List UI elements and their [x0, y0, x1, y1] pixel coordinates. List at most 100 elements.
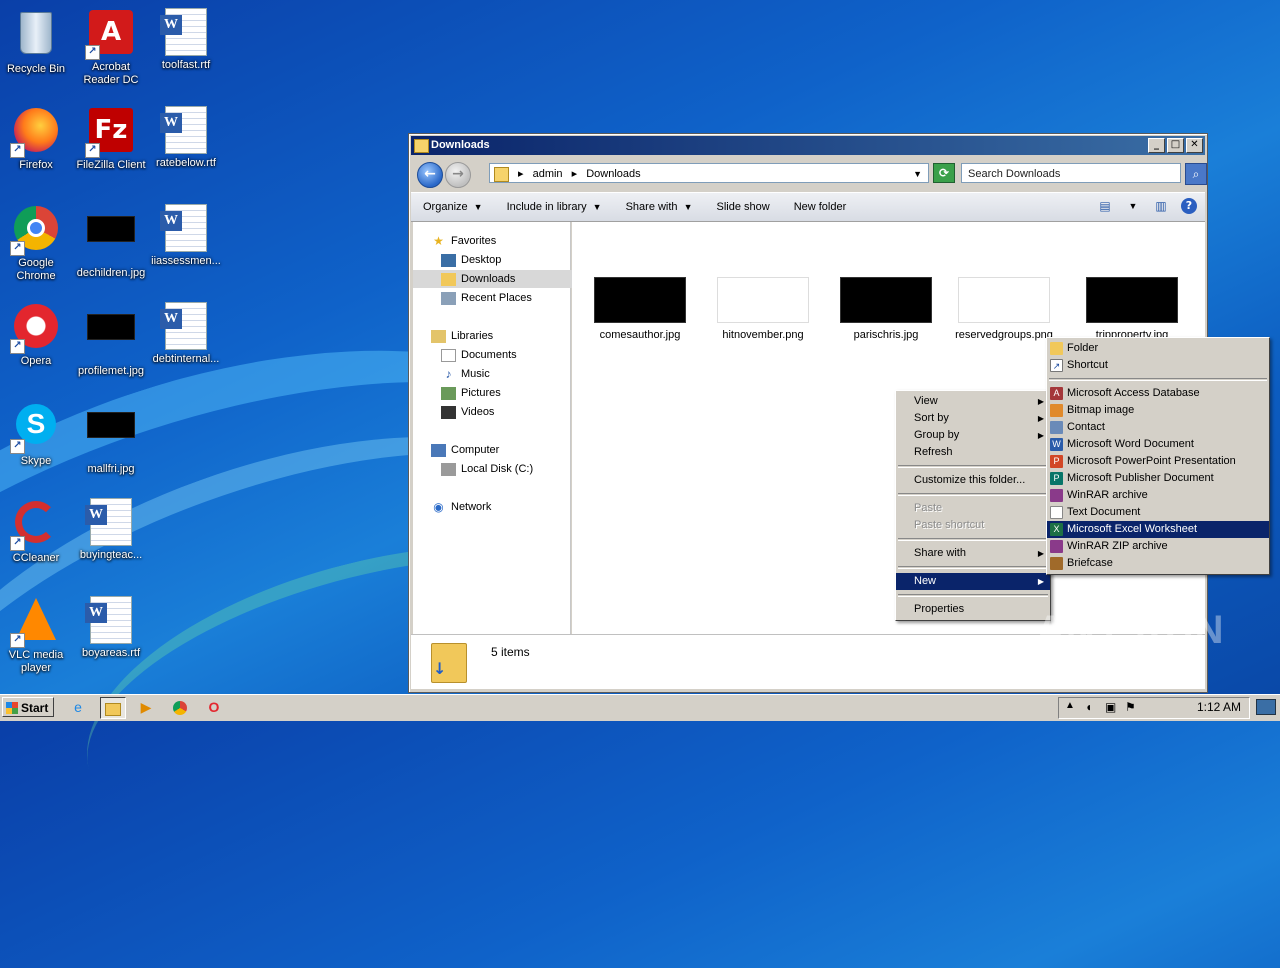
maximize-button[interactable]: □ — [1167, 138, 1184, 153]
back-button[interactable]: ← — [417, 162, 443, 188]
nav-libraries[interactable]: Libraries — [413, 327, 588, 345]
desktop-icon-recycle-bin[interactable]: Recycle Bin — [0, 8, 74, 76]
explorer-taskbar-icon[interactable] — [100, 697, 126, 719]
chrome-taskbar-icon[interactable] — [168, 697, 192, 717]
new-access-item[interactable]: A Microsoft Access Database — [1047, 385, 1269, 402]
anyrun-watermark: ANY RUN — [1036, 608, 1225, 652]
flag-icon[interactable]: ⚑ — [1125, 700, 1136, 714]
new-publisher-item[interactable]: P Microsoft Publisher Document — [1047, 470, 1269, 487]
menu-item-properties[interactable]: Properties — [896, 601, 1050, 618]
refresh-icon[interactable]: ⟳ — [933, 163, 955, 183]
opera-taskbar-icon[interactable]: O — [202, 697, 226, 717]
new-text-item[interactable]: Text Document — [1047, 504, 1269, 521]
minimize-button[interactable]: _ — [1148, 138, 1165, 153]
file-item[interactable]: parischris.jpg — [831, 277, 941, 341]
file-item[interactable]: comesauthor.jpg — [585, 277, 695, 341]
clock[interactable]: 1:12 AM — [1197, 700, 1241, 714]
search-input[interactable]: Search Downloads — [961, 163, 1181, 183]
nav-pictures[interactable]: Pictures — [413, 384, 598, 402]
new-winrar-item[interactable]: WinRAR archive — [1047, 487, 1269, 504]
desktop-icon-label: boyareas.rtf — [81, 647, 141, 659]
menu-item-customize[interactable]: Customize this folder... — [896, 472, 1050, 489]
menu-item-refresh[interactable]: Refresh — [896, 444, 1050, 461]
menu-item-sort-by[interactable]: Sort by ▶ — [896, 410, 1050, 427]
menu-item-new[interactable]: New ▶ — [896, 573, 1050, 590]
new-folder-button[interactable]: New folder — [782, 201, 859, 213]
desktop-icon-ccleaner[interactable]: ↗ CCleaner — [0, 498, 74, 565]
internet-explorer-icon[interactable]: e — [66, 697, 90, 717]
desktop-icon-label: buyingteac... — [79, 549, 143, 561]
show-hidden-icons-icon[interactable]: ▲ — [1065, 700, 1075, 711]
new-briefcase-item[interactable]: Briefcase — [1047, 555, 1269, 572]
nav-network[interactable]: ◉ Network — [413, 498, 588, 516]
address-dropdown-icon[interactable]: ▼ — [913, 164, 922, 184]
command-bar: Organize ▼ Include in library ▼ Share with… — [411, 192, 1205, 222]
search-icon[interactable]: ⌕ — [1185, 163, 1207, 185]
nav-music[interactable]: ♪ Music — [413, 365, 598, 383]
address-bar[interactable]: ▸ admin ▸ Downloads ▼ — [489, 163, 929, 183]
menu-item-group-by[interactable]: Group by ▶ — [896, 427, 1050, 444]
nav-desktop[interactable]: Desktop — [413, 251, 598, 269]
ccleaner-icon: ↗ — [10, 501, 60, 551]
show-desktop-icon[interactable] — [1256, 699, 1276, 715]
menu-separator — [898, 493, 1048, 496]
volume-icon[interactable]: ◖ — [1085, 700, 1092, 714]
desktop-icon-dechildren[interactable]: dechildren.jpg — [73, 204, 149, 280]
new-winrar-zip-item[interactable]: WinRAR ZIP archive — [1047, 538, 1269, 555]
share-with-button[interactable]: Share with ▼ — [614, 201, 705, 213]
breadcrumb-downloads[interactable]: Downloads — [586, 168, 640, 180]
desktop-icon-toolfast[interactable]: W toolfast.rtf — [148, 8, 224, 72]
image-thumbnail — [594, 277, 686, 323]
file-item[interactable]: hitnovember.png — [708, 277, 818, 341]
preview-pane-icon[interactable]: ▥ — [1153, 198, 1169, 214]
desktop-icon-vlc[interactable]: ↗ VLC media player — [0, 596, 74, 675]
desktop-icon-label: toolfast.rtf — [161, 59, 211, 71]
network-tray-icon[interactable]: ▣ — [1105, 700, 1116, 714]
new-bitmap-item[interactable]: Bitmap image — [1047, 402, 1269, 419]
nav-local-disk[interactable]: Local Disk (C:) — [413, 460, 598, 478]
view-dropdown-icon[interactable]: ▼ — [1125, 198, 1141, 214]
navigation-pane: ★ Favorites Desktop Downloads Recent Plac… — [413, 222, 598, 634]
desktop-icon-opera[interactable]: ↗ Opera — [0, 302, 74, 368]
nav-recent-places[interactable]: Recent Places — [413, 289, 598, 307]
desktop-icon-filezilla[interactable]: Fz ↗ FileZilla Client — [73, 106, 149, 172]
nav-favorites[interactable]: ★ Favorites — [413, 232, 588, 250]
new-shortcut-item[interactable]: ↗ Shortcut — [1047, 357, 1269, 374]
desktop-icon-iiassessmen[interactable]: W iiassessmen... — [148, 204, 224, 268]
nav-downloads[interactable]: Downloads — [413, 270, 598, 288]
change-view-icon[interactable]: ▤ — [1097, 198, 1113, 214]
nav-documents[interactable]: Documents — [413, 346, 598, 364]
new-powerpoint-item[interactable]: P Microsoft PowerPoint Presentation — [1047, 453, 1269, 470]
desktop-icon-mallfri[interactable]: mallfri.jpg — [73, 400, 149, 476]
file-item[interactable]: reservedgroups.png — [954, 277, 1054, 341]
start-button[interactable]: Start — [2, 697, 54, 717]
close-button[interactable]: ✕ — [1186, 138, 1203, 153]
include-in-library-button[interactable]: Include in library ▼ — [495, 201, 614, 213]
desktop-icon-label: ratebelow.rtf — [156, 157, 216, 169]
new-word-item[interactable]: W Microsoft Word Document — [1047, 436, 1269, 453]
media-player-icon[interactable]: ▶ — [134, 697, 158, 717]
desktop-icon-buyingteac[interactable]: W buyingteac... — [73, 498, 149, 562]
desktop-icon-chrome[interactable]: ↗ Google Chrome — [0, 204, 74, 283]
desktop-icon-skype[interactable]: S ↗ Skype — [0, 400, 74, 468]
desktop-icon-boyareas[interactable]: W boyareas.rtf — [73, 596, 149, 660]
desktop-icon-debtinternal[interactable]: W debtinternal... — [148, 302, 224, 366]
new-folder-item[interactable]: Folder — [1047, 340, 1269, 357]
desktop-icon-firefox[interactable]: ↗ Firefox — [0, 106, 74, 172]
menu-item-view[interactable]: View ▶ — [896, 393, 1050, 410]
nav-videos[interactable]: Videos — [413, 403, 598, 421]
forward-button[interactable]: → — [445, 162, 471, 188]
nav-computer[interactable]: Computer — [413, 441, 588, 459]
window-titlebar[interactable]: Downloads _ □ ✕ — [411, 136, 1205, 155]
slide-show-button[interactable]: Slide show — [704, 201, 781, 213]
new-excel-item[interactable]: X Microsoft Excel Worksheet — [1047, 521, 1269, 538]
file-item[interactable]: tripproperty.jpg — [1077, 277, 1187, 341]
desktop-icon-profilemet[interactable]: profilemet.jpg — [73, 302, 149, 378]
help-icon[interactable]: ? — [1181, 198, 1197, 214]
menu-item-share-with[interactable]: Share with ▶ — [896, 545, 1050, 562]
new-contact-item[interactable]: Contact — [1047, 419, 1269, 436]
breadcrumb-admin[interactable]: admin — [533, 168, 563, 180]
organize-button[interactable]: Organize ▼ — [411, 201, 495, 213]
desktop-icon-ratebelow[interactable]: W ratebelow.rtf — [148, 106, 224, 170]
desktop-icon-acrobat[interactable]: A ↗ Acrobat Reader DC — [73, 8, 149, 87]
